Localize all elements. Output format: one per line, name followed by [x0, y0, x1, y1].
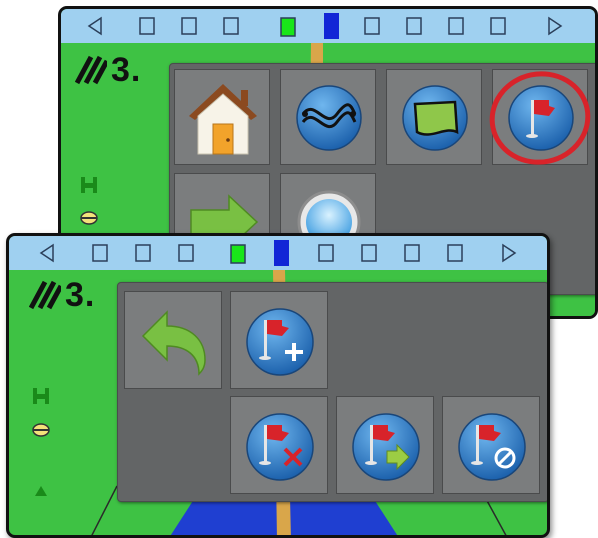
lightbar-segment: [404, 244, 420, 262]
lightbar-right-arrow-icon: [502, 243, 517, 263]
lightbar-segment: [406, 17, 422, 35]
boom-status-icon: [32, 388, 50, 496]
cancel-navigation-button[interactable]: [442, 396, 540, 494]
lightbar-segment: [139, 17, 155, 35]
back-arrow-icon: [141, 310, 206, 376]
highlight-circle: [489, 71, 591, 165]
lightbar-center-indicator: [274, 240, 289, 266]
lightbar-center-indicator: [324, 13, 339, 39]
flag-cancel-icon: [458, 413, 526, 481]
swath-hatch-icon: [75, 55, 107, 85]
lightbar-left-arrow-icon: [39, 243, 54, 263]
navigate-to-point-button[interactable]: [336, 396, 434, 494]
lightbar-segment: [447, 244, 463, 262]
home-button[interactable]: [174, 69, 270, 165]
lightbar-segment: [490, 17, 506, 35]
back-button[interactable]: [124, 291, 222, 389]
swath-hatch-icon: [29, 280, 61, 310]
lightbar-segment: [364, 17, 380, 35]
boundary-icon: [402, 85, 468, 151]
lightbar-segment: [318, 244, 334, 262]
lightbar-segment: [92, 244, 108, 262]
swath-value: 3.: [111, 51, 142, 89]
lightbar-segment-active: [280, 17, 296, 37]
flag-navigate-icon: [352, 413, 420, 481]
boom-status-icon: [80, 177, 98, 225]
lightbar-segment-active: [230, 244, 246, 264]
swath-value: 3.: [65, 276, 96, 314]
lightbar-segment: [135, 244, 151, 262]
lightbar: [9, 236, 547, 270]
flag-add-icon: [246, 308, 314, 376]
home-icon: [189, 84, 257, 155]
lightbar-right-arrow-icon: [548, 16, 563, 36]
lightbar-segment: [178, 244, 194, 262]
lightbar-segment: [448, 17, 464, 35]
delete-point-button[interactable]: [230, 396, 328, 494]
add-point-button[interactable]: [230, 291, 328, 389]
guidance-curve-icon: [296, 85, 362, 151]
lightbar: [61, 9, 595, 43]
marked-points-screen: 3.: [6, 233, 550, 538]
lightbar-left-arrow-icon: [87, 16, 102, 36]
lightbar-segment: [223, 17, 239, 35]
flag-delete-icon: [246, 413, 314, 481]
lightbar-segment: [181, 17, 197, 35]
boundary-button[interactable]: [386, 69, 482, 165]
guidance-mode-button[interactable]: [280, 69, 376, 165]
lightbar-segment: [361, 244, 377, 262]
marked-points-menu-panel: [117, 282, 547, 502]
